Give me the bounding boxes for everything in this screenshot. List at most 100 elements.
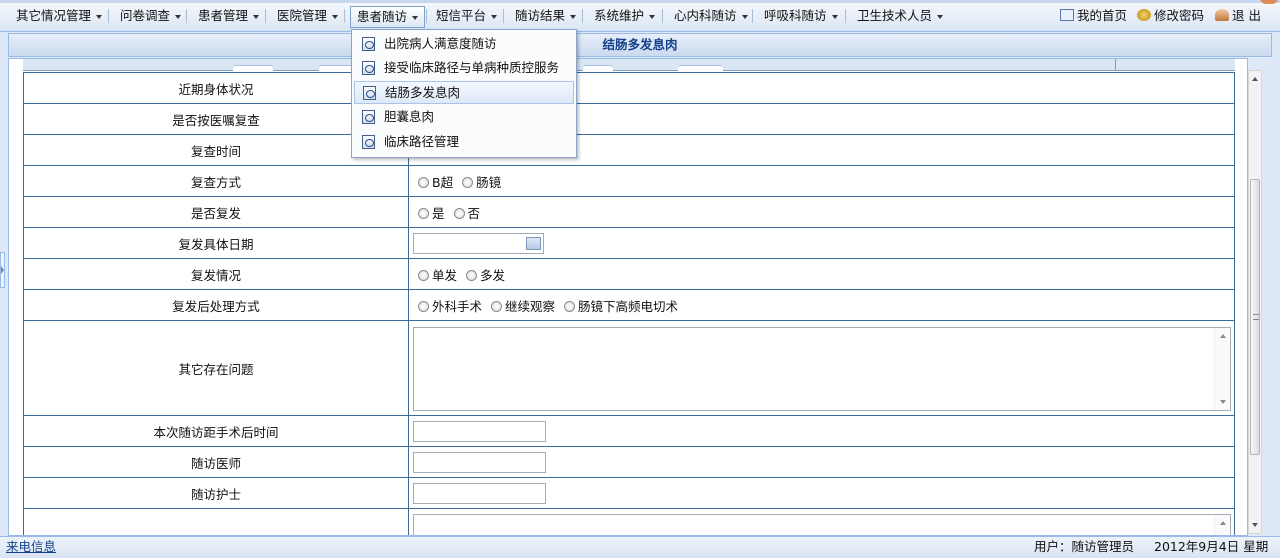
field-label: 是否复发	[23, 196, 409, 228]
page-scrollbar[interactable]	[1248, 70, 1262, 534]
grip-icon	[1253, 314, 1259, 320]
radio-button[interactable]	[564, 300, 575, 312]
incoming-call-link[interactable]: 来电信息	[6, 537, 56, 557]
next-textarea[interactable]	[413, 514, 1231, 535]
time-since-surgery-field	[408, 415, 1235, 447]
followup-doctor-input[interactable]	[413, 451, 546, 473]
caret-down-icon	[649, 14, 656, 19]
content-frame: 近期身体状况 是否按医嘱复查 复查时间 复查方式 B超 肠镜 是否复发 是 否	[8, 58, 1248, 536]
field-label: 复发具体日期	[23, 227, 409, 259]
menu-health-technicians[interactable]: 卫生技术人员	[851, 6, 949, 28]
toolbar-tab[interactable]	[583, 65, 613, 71]
radio-button[interactable]	[453, 207, 465, 219]
radio-button[interactable]	[418, 300, 429, 312]
scroll-down-icon[interactable]	[1252, 523, 1258, 527]
menu-hospital-management[interactable]: 医院管理	[271, 6, 344, 28]
dropdown-item-clinical-pathway-qc[interactable]: 接受临床路径与单病种质控服务	[354, 57, 574, 80]
dropdown-item-pathway-management[interactable]: 临床路径管理	[354, 131, 574, 154]
time-since-surgery-input[interactable]	[413, 420, 546, 442]
caret-down-icon	[937, 14, 944, 19]
menu-label: 呼吸科随访	[764, 8, 827, 23]
panel-title: 结肠多发息肉	[8, 33, 1272, 57]
menu-survey[interactable]: 问卷调查	[114, 6, 187, 28]
panel-title-text: 结肠多发息肉	[602, 37, 678, 52]
radio-label: 肠镜下高频电切术	[578, 298, 679, 314]
toolbar-tab[interactable]	[233, 65, 273, 71]
menu-label: 问卷调查	[120, 8, 171, 23]
dropdown-item-gallbladder-polyps[interactable]: 胆囊息肉	[354, 106, 574, 129]
radio-button[interactable]	[462, 176, 474, 188]
textarea-scrollbar[interactable]	[1214, 328, 1230, 410]
form-row: 复发后处理方式 外科手术 继续观察 肠镜下高频电切术	[23, 289, 1235, 321]
followup-nurse-input[interactable]	[413, 482, 546, 504]
current-date: 2012年9月4日 星期二	[1154, 539, 1269, 554]
logout-link[interactable]: 退 出	[1215, 6, 1261, 26]
menu-label: 随访结果	[515, 8, 566, 23]
scroll-up-icon[interactable]	[1220, 334, 1226, 338]
radio-button[interactable]	[418, 269, 429, 281]
menu-label: 患者管理	[198, 8, 249, 23]
dropdown-item-label: 出院病人满意度随访	[384, 36, 497, 51]
form-row: 复查方式 B超 肠镜	[23, 165, 1235, 197]
form-row: 复发情况 单发 多发	[23, 258, 1235, 290]
caret-down-icon	[253, 14, 260, 19]
textarea-scrollbar[interactable]	[1214, 515, 1230, 535]
field-label: 本次随访距手术后时间	[23, 415, 409, 447]
menu-separator	[845, 9, 846, 23]
corner-decoration-icon	[1260, 0, 1278, 4]
caret-down-icon	[741, 14, 748, 19]
change-password-link[interactable]: 修改密码	[1137, 6, 1204, 26]
dropdown-item-discharge-satisfaction[interactable]: 出院病人满意度随访	[354, 33, 574, 56]
menu-patient-management[interactable]: 患者管理	[192, 6, 265, 28]
logout-label: 退 出	[1232, 8, 1261, 23]
dropdown-item-label: 接受临床路径与单病种质控服务	[384, 60, 560, 75]
dropdown-item-label: 结肠多发息肉	[385, 85, 461, 100]
caret-down-icon	[491, 14, 498, 19]
recurrence-date-input[interactable]	[413, 232, 544, 254]
radio-label: 肠镜	[476, 174, 502, 190]
caret-down-icon	[175, 14, 182, 19]
recheck-method-field: B超 肠镜	[408, 165, 1235, 197]
post-recurrence-treatment-field: 外科手术 继续观察 肠镜下高频电切术	[408, 289, 1235, 321]
menu-separator	[503, 9, 504, 23]
scroll-up-icon[interactable]	[1220, 521, 1226, 525]
form-row: 复发具体日期	[23, 227, 1235, 259]
menu-label: 医院管理	[277, 8, 328, 23]
radio-label: 多发	[480, 267, 506, 283]
menu-sms-platform[interactable]: 短信平台	[430, 6, 503, 28]
scroll-down-icon[interactable]	[1220, 400, 1226, 404]
radio-button[interactable]	[418, 207, 429, 219]
radio-button[interactable]	[491, 300, 502, 312]
toolbar-tab[interactable]	[678, 65, 723, 71]
calendar-icon[interactable]	[526, 236, 541, 250]
radio-label: 外科手术	[432, 298, 483, 314]
menu-label: 短信平台	[436, 8, 487, 23]
scroll-up-icon[interactable]	[1252, 77, 1258, 81]
form-toolbar-strip	[23, 59, 1235, 71]
radio-button[interactable]	[466, 269, 477, 281]
field-label	[23, 508, 409, 535]
scrollbar-thumb[interactable]	[1250, 179, 1260, 455]
menu-system-maintenance[interactable]: 系统维护	[588, 6, 661, 28]
other-issues-field	[408, 320, 1235, 416]
field-label: 随访护士	[23, 477, 409, 509]
toolbar-divider	[1115, 59, 1116, 71]
menu-label: 系统维护	[594, 8, 645, 23]
menu-respiratory-followup[interactable]: 呼吸科随访	[758, 6, 844, 28]
home-link[interactable]: 我的首页	[1060, 6, 1127, 26]
radio-button[interactable]	[418, 176, 429, 188]
next-field	[408, 508, 1235, 535]
change-password-label: 修改密码	[1154, 8, 1205, 23]
dropdown-item-colon-polyps[interactable]: 结肠多发息肉	[354, 81, 574, 104]
menu-patient-followup[interactable]: 患者随访	[350, 6, 426, 28]
form-row: 是否按医嘱复查	[23, 103, 1235, 135]
other-issues-textarea[interactable]	[413, 327, 1231, 411]
key-icon	[1137, 9, 1151, 21]
current-user: 用户：随访管理员	[1034, 539, 1135, 554]
caret-down-icon	[570, 14, 577, 19]
menu-followup-results[interactable]: 随访结果	[509, 6, 582, 28]
home-icon	[1060, 9, 1074, 21]
menu-cardiology-followup[interactable]: 心内科随访	[668, 6, 754, 28]
menu-other-situation[interactable]: 其它情况管理	[10, 6, 108, 28]
collapse-left-handle[interactable]	[0, 252, 5, 288]
